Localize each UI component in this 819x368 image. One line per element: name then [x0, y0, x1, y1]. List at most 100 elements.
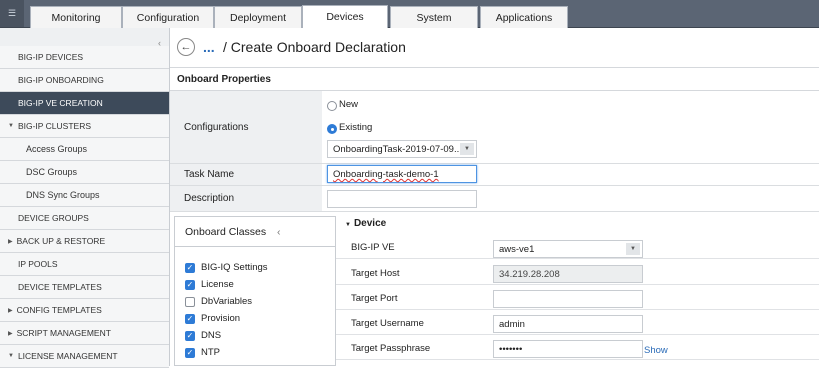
bigip-ve-select[interactable]: aws-ve1 ▼: [493, 240, 643, 258]
caret-right-icon: ▶: [8, 330, 13, 337]
class-item-license[interactable]: ✓ License: [185, 279, 234, 290]
caret-right-icon: ▶: [8, 238, 13, 245]
chevron-down-icon: ▼: [460, 143, 474, 155]
task-name-value: Onboarding-task-demo-1: [333, 169, 439, 180]
sidebar-item-script-management[interactable]: ▶ SCRIPT MANAGEMENT: [0, 322, 169, 345]
radio-new-label: New: [339, 99, 359, 110]
show-passphrase-link[interactable]: Show: [644, 345, 668, 356]
class-item-label: BIG-IQ Settings: [201, 262, 268, 273]
caret-right-icon: ▶: [8, 307, 13, 314]
checkbox-unchecked-icon[interactable]: [185, 296, 195, 307]
sidebar-item-config-templates[interactable]: ▶ CONFIG TEMPLATES: [0, 299, 169, 322]
sidebar-item-label: IP POOLS: [18, 259, 58, 269]
target-username-input[interactable]: admin: [493, 315, 643, 333]
sidebar-item-license-management[interactable]: ▼ LICENSE MANAGEMENT: [0, 345, 169, 368]
target-port-input[interactable]: [493, 290, 643, 308]
target-host-label: Target Host: [351, 268, 400, 279]
class-item-label: Provision: [201, 313, 241, 324]
sidebar-item-bigip-ve-creation[interactable]: BIG-IP VE CREATION: [0, 92, 169, 115]
tab-devices[interactable]: Devices: [302, 5, 388, 28]
breadcrumb[interactable]: ...: [203, 39, 215, 55]
sidebar-item-dns-sync-groups[interactable]: DNS Sync Groups: [0, 184, 169, 207]
device-section-title: Device: [353, 218, 387, 229]
sidebar-item-label: SCRIPT MANAGEMENT: [16, 328, 111, 338]
bigip-ve-label: BIG-IP VE: [351, 242, 395, 253]
sidebar-item-label: BIG-IP CLUSTERS: [17, 121, 92, 131]
radio-existing[interactable]: [327, 124, 337, 134]
page-title: / Create Onboard Declaration: [223, 39, 406, 55]
sidebar-item-label: BIG-IP DEVICES: [18, 52, 84, 62]
chevron-left-icon[interactable]: ‹: [277, 226, 281, 238]
target-host-input: 34.219.28.208: [493, 265, 643, 283]
sidebar-item-label: BACK UP & RESTORE: [16, 236, 106, 246]
radio-new[interactable]: [327, 101, 337, 111]
checkbox-checked-icon[interactable]: ✓: [185, 330, 195, 341]
sidebar-item-label: Access Groups: [26, 144, 88, 154]
description-label: Description: [170, 186, 322, 212]
onboard-classes-header: Onboard Classes ‹: [175, 217, 335, 247]
sidebar-item-device-groups[interactable]: DEVICE GROUPS: [0, 207, 169, 230]
back-arrow-icon[interactable]: ←: [177, 38, 195, 56]
tab-applications[interactable]: Applications: [480, 6, 568, 28]
class-item-dns[interactable]: ✓ DNS: [185, 330, 221, 341]
onboard-classes-panel: Onboard Classes ‹ ✓ BIG-IQ Settings ✓ Lice…: [174, 216, 336, 366]
sidebar-item-bigip-clusters[interactable]: ▼ BIG-IP CLUSTERS: [0, 115, 169, 138]
caret-down-icon: ▼: [8, 353, 14, 359]
sidebar-item-label: BIG-IP VE CREATION: [18, 98, 103, 108]
existing-config-value: OnboardingTask-2019-07-09...: [333, 144, 462, 155]
class-item-ntp[interactable]: ✓ NTP: [185, 347, 220, 358]
tab-system[interactable]: System: [390, 6, 478, 28]
sidebar-item-label: CONFIG TEMPLATES: [16, 305, 102, 315]
radio-existing-label: Existing: [339, 122, 373, 133]
sidebar-item-label: DEVICE GROUPS: [18, 213, 89, 223]
caret-down-icon: ▼: [8, 123, 14, 129]
sidebar: ‹ BIG-IP DEVICES BIG-IP ONBOARDING BIG-I…: [0, 28, 170, 368]
sidebar-item-label: DNS Sync Groups: [26, 190, 100, 200]
sidebar-item-bigip-devices[interactable]: BIG-IP DEVICES: [0, 46, 169, 69]
checkbox-checked-icon[interactable]: ✓: [185, 313, 195, 324]
class-item-label: License: [201, 279, 234, 290]
tab-monitoring[interactable]: Monitoring: [30, 6, 122, 28]
task-name-label: Task Name: [170, 164, 322, 186]
target-username-label: Target Username: [351, 318, 424, 329]
onboard-classes-title: Onboard Classes: [185, 226, 267, 238]
sidebar-item-label: DSC Groups: [26, 167, 78, 177]
task-name-input[interactable]: Onboarding-task-demo-1: [327, 165, 477, 183]
bigip-ve-value: aws-ve1: [499, 244, 535, 255]
chevron-down-icon: ▼: [626, 243, 640, 255]
target-username-value: admin: [499, 319, 525, 330]
existing-config-select[interactable]: OnboardingTask-2019-07-09... ▼: [327, 140, 477, 158]
sidebar-item-label: BIG-IP ONBOARDING: [18, 75, 104, 85]
tab-deployment[interactable]: Deployment: [214, 6, 302, 28]
checkbox-checked-icon[interactable]: ✓: [185, 262, 195, 273]
sidebar-item-device-templates[interactable]: DEVICE TEMPLATES: [0, 276, 169, 299]
filter-icon[interactable]: ☰: [0, 0, 24, 27]
description-input[interactable]: [327, 190, 477, 208]
target-host-value: 34.219.28.208: [499, 269, 560, 280]
class-item-label: NTP: [201, 347, 220, 358]
target-passphrase-label: Target Passphrase: [351, 343, 431, 354]
target-passphrase-value: •••••••: [499, 344, 523, 355]
device-section-header[interactable]: ▼ Device: [345, 218, 386, 229]
top-navigation: ☰ Monitoring Configuration Deployment De…: [0, 0, 819, 28]
target-port-label: Target Port: [351, 293, 398, 304]
class-item-bigiq-settings[interactable]: ✓ BIG-IQ Settings: [185, 262, 268, 273]
class-item-provision[interactable]: ✓ Provision: [185, 313, 240, 324]
target-passphrase-input[interactable]: •••••••: [493, 340, 643, 358]
checkbox-checked-icon[interactable]: ✓: [185, 347, 195, 358]
class-item-label: DbVariables: [201, 296, 253, 307]
caret-down-icon: ▼: [345, 222, 351, 228]
sidebar-item-label: LICENSE MANAGEMENT: [17, 351, 118, 361]
sidebar-item-ip-pools[interactable]: IP POOLS: [0, 253, 169, 276]
sidebar-item-access-groups[interactable]: Access Groups: [0, 138, 169, 161]
sidebar-item-bigip-onboarding[interactable]: BIG-IP ONBOARDING: [0, 69, 169, 92]
class-item-dbvariables[interactable]: DbVariables: [185, 296, 252, 307]
tab-configuration[interactable]: Configuration: [122, 6, 214, 28]
page-header: ← ... / Create Onboard Declaration: [170, 28, 819, 68]
sidebar-item-label: DEVICE TEMPLATES: [18, 282, 102, 292]
configurations-label: Configurations: [170, 91, 322, 164]
sidebar-item-backup-restore[interactable]: ▶ BACK UP & RESTORE: [0, 230, 169, 253]
sidebar-item-dsc-groups[interactable]: DSC Groups: [0, 161, 169, 184]
section-title: Onboard Properties: [170, 68, 819, 91]
checkbox-checked-icon[interactable]: ✓: [185, 279, 195, 290]
